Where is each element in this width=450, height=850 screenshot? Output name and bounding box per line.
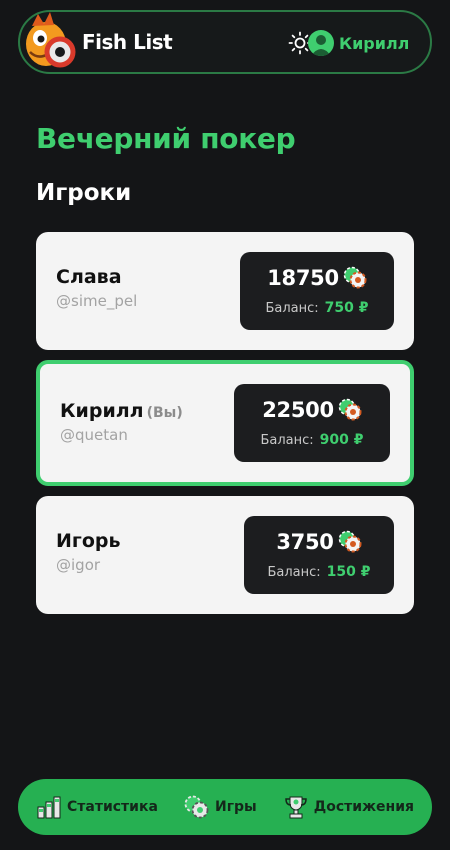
fish-logo-icon[interactable]	[22, 8, 82, 72]
nav-item-games[interactable]: Игры	[184, 794, 257, 820]
trophy-icon	[285, 796, 307, 819]
player-name: Кирилл (Вы)	[60, 400, 183, 422]
player-card[interactable]: Игорь @igor 3750 Баланс: 150 ₽	[36, 496, 414, 614]
balance-value: 150 ₽	[326, 564, 371, 580]
player-stack-box: 18750 Баланс: 750 ₽	[240, 252, 394, 330]
page-title: Вечерний покер	[36, 122, 296, 155]
statistics-icon	[37, 796, 61, 819]
poker-chips-icon	[338, 398, 362, 421]
poker-chips-icon	[338, 530, 362, 553]
player-card-current-user[interactable]: Кирилл (Вы) @quetan 22500 Баланс: 900 ₽	[36, 360, 414, 486]
balance-value: 750 ₽	[324, 300, 369, 316]
nav-label-statistics: Статистика	[67, 799, 158, 815]
nav-item-achievements[interactable]: Достижения	[283, 794, 414, 820]
balance-label: Баланс:	[267, 565, 321, 580]
player-handle: @quetan	[60, 426, 128, 444]
nav-label-achievements: Достижения	[313, 799, 414, 815]
avatar	[308, 30, 334, 56]
player-card[interactable]: Слава @sime_pel 18750 Баланс: 750 ₽	[36, 232, 414, 350]
app-screen: Fish List Кирилл Вечерний покер Игроки С…	[0, 0, 450, 850]
balance-value: 900 ₽	[319, 432, 364, 448]
nav-label-games: Игры	[215, 799, 257, 815]
user-icon	[311, 35, 331, 56]
player-stack-box: 3750 Баланс: 150 ₽	[244, 516, 394, 594]
bottom-nav: Статистика Игры Достижения	[18, 779, 432, 835]
chips-value: 3750	[276, 530, 334, 554]
chips-value: 22500	[262, 398, 334, 422]
header-bar: Fish List Кирилл	[18, 10, 432, 74]
app-title: Fish List	[82, 30, 173, 54]
nav-item-statistics[interactable]: Статистика	[36, 794, 158, 820]
poker-chips-icon	[343, 266, 367, 289]
user-name: Кирилл	[339, 33, 410, 53]
player-name: Игорь	[56, 530, 121, 552]
chips-value: 18750	[267, 266, 339, 290]
section-title-players: Игроки	[36, 180, 132, 206]
player-handle: @sime_pel	[56, 292, 138, 310]
balance-label: Баланс:	[265, 301, 319, 316]
balance-label: Баланс:	[260, 433, 314, 448]
player-stack-box: 22500 Баланс: 900 ₽	[234, 384, 390, 462]
user-profile-button[interactable]: Кирилл	[308, 27, 409, 59]
player-handle: @igor	[56, 556, 101, 574]
poker-chips-icon	[184, 795, 209, 819]
you-tag: (Вы)	[146, 405, 183, 421]
player-name: Слава	[56, 266, 122, 288]
